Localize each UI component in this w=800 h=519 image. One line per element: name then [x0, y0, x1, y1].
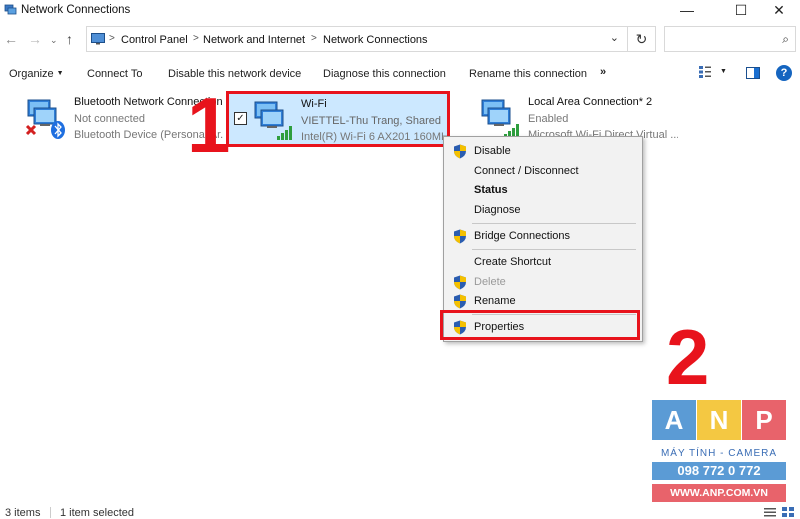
- lan-network-icon: [481, 99, 519, 138]
- menu-label: Status: [474, 184, 508, 196]
- search-input[interactable]: ⌕: [664, 26, 796, 52]
- address-bar[interactable]: > Control Panel > Network and Internet >…: [86, 26, 628, 52]
- item-count: 3 items: [5, 507, 41, 519]
- breadcrumb-network-connections[interactable]: Network Connections: [323, 34, 428, 46]
- uac-shield-icon: [454, 229, 466, 244]
- refresh-button[interactable]: ↻: [628, 26, 656, 52]
- menu-label: Disable: [474, 145, 511, 157]
- properties-highlight-box: [440, 310, 640, 340]
- connection-status: Enabled: [528, 113, 569, 125]
- forward-arrow-icon[interactable]: →: [28, 31, 42, 47]
- control-panel-icon: [91, 33, 105, 45]
- rename-connection-button[interactable]: Rename this connection: [469, 68, 587, 80]
- command-toolbar: Organize ▼ Connect To Disable this networ…: [0, 62, 800, 86]
- window-title: Network Connections: [21, 4, 131, 16]
- menu-item-connect-disconnect[interactable]: Connect / Disconnect: [444, 161, 642, 181]
- preview-pane-icon[interactable]: [746, 67, 760, 79]
- more-commands-icon[interactable]: »: [600, 66, 606, 78]
- uac-shield-icon: [454, 275, 466, 290]
- logo-letter: P: [742, 400, 786, 440]
- connect-to-button[interactable]: Connect To: [87, 68, 142, 80]
- search-icon: ⌕: [782, 32, 789, 46]
- menu-item-bridge-connections[interactable]: Bridge Connections: [444, 226, 642, 246]
- logo-letter: A: [652, 400, 696, 440]
- title-bar: Network Connections — ☐ ✕: [0, 0, 800, 22]
- breadcrumb-control-panel[interactable]: Control Panel: [121, 34, 188, 46]
- step-2-annotation: 2: [666, 313, 710, 401]
- menu-separator: [472, 249, 636, 250]
- menu-label: Diagnose: [474, 204, 521, 216]
- breadcrumb-separator: >: [193, 33, 199, 44]
- connection-status: Not connected: [74, 113, 145, 125]
- uac-shield-icon: [454, 144, 466, 159]
- details-view-icon[interactable]: [764, 507, 776, 517]
- change-view-icon[interactable]: [698, 65, 712, 79]
- uac-shield-icon: [454, 294, 466, 309]
- logo-letter: N: [697, 400, 741, 440]
- view-options-caret-icon[interactable]: ▼: [720, 68, 727, 75]
- anp-watermark-logo: A N P MÁY TÍNH - CAMERA 098 772 0 772 WW…: [652, 400, 786, 504]
- anp-logo-letters: A N P: [652, 400, 786, 440]
- close-button[interactable]: ✕: [756, 0, 800, 22]
- menu-label: Bridge Connections: [474, 230, 571, 242]
- menu-item-status[interactable]: Status: [444, 180, 642, 200]
- wifi-highlight-box: [226, 91, 450, 147]
- logo-website: WWW.ANP.COM.VN: [652, 484, 786, 502]
- breadcrumb-separator: >: [109, 33, 115, 44]
- menu-separator: [472, 223, 636, 224]
- minimize-button[interactable]: —: [664, 0, 710, 22]
- menu-label: Connect / Disconnect: [474, 165, 579, 177]
- organize-label: Organize: [9, 68, 54, 80]
- breadcrumb-network-and-internet[interactable]: Network and Internet: [203, 34, 305, 46]
- menu-item-create-shortcut[interactable]: Create Shortcut: [444, 252, 642, 272]
- bluetooth-network-icon: [25, 99, 65, 139]
- logo-tagline: MÁY TÍNH - CAMERA: [660, 448, 778, 459]
- status-bar: 3 items 1 item selected: [0, 505, 800, 519]
- logo-phone: 098 772 0 772: [652, 462, 786, 480]
- network-connections-icon: [4, 4, 17, 15]
- recent-locations-chevron-icon[interactable]: ⌄: [50, 35, 58, 46]
- status-divider: [50, 507, 51, 518]
- selection-count: 1 item selected: [60, 507, 134, 519]
- menu-label: Create Shortcut: [474, 256, 552, 268]
- disable-device-button[interactable]: Disable this network device: [168, 68, 301, 80]
- breadcrumb-separator: >: [311, 33, 317, 44]
- menu-item-diagnose[interactable]: Diagnose: [444, 200, 642, 220]
- address-row: ← → ⌄ ↑ > Control Panel > Network and In…: [0, 26, 800, 54]
- diagnose-connection-button[interactable]: Diagnose this connection: [323, 68, 446, 80]
- menu-item-rename[interactable]: Rename: [444, 291, 642, 311]
- connection-name: Local Area Connection* 2: [528, 96, 653, 108]
- menu-item-delete: Delete: [444, 272, 642, 292]
- address-dropdown-icon[interactable]: ⌄: [610, 31, 619, 44]
- menu-label: Rename: [474, 295, 516, 307]
- menu-label: Delete: [474, 276, 506, 288]
- up-arrow-icon[interactable]: ↑: [66, 31, 73, 47]
- organize-menu[interactable]: Organize ▼: [9, 68, 64, 80]
- back-arrow-icon[interactable]: ←: [4, 31, 18, 47]
- large-icons-view-icon[interactable]: [782, 507, 794, 517]
- help-icon[interactable]: ?: [776, 65, 792, 81]
- step-1-annotation: 1: [187, 81, 231, 169]
- caret-down-icon: ▼: [56, 70, 64, 77]
- refresh-icon: ↻: [635, 31, 648, 47]
- menu-item-disable[interactable]: Disable: [444, 141, 642, 161]
